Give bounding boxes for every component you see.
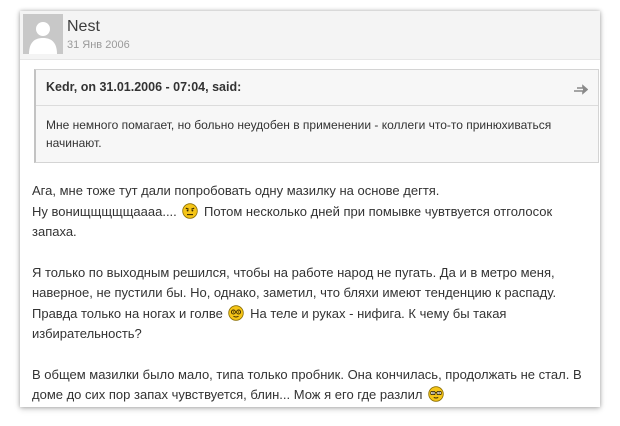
annoyed-emoticon-icon: [182, 202, 199, 219]
post-author[interactable]: Nest: [67, 18, 100, 36]
post-text: В общем мазилки было мало, типа только п…: [32, 366, 582, 403]
post-paragraph-1: Ага, мне тоже тут дали попробовать одну …: [32, 181, 594, 243]
post-paragraph-2: Я только по выходным решился, чтобы на р…: [32, 263, 594, 345]
post-text: Ну вонищщщщщаааа....: [32, 203, 177, 219]
quote-citation: Kedr, on 31.01.2006 - 07:04, said:: [46, 80, 242, 94]
quote-jump-arrow-icon[interactable]: [572, 82, 589, 95]
quote-header: Kedr, on 31.01.2006 - 07:04, said:: [36, 70, 598, 106]
dizzy-emoticon-icon: [228, 304, 245, 321]
quote-block: Kedr, on 31.01.2006 - 07:04, said: Мне н…: [34, 69, 599, 163]
post-text: Ага, мне тоже тут дали попробовать одну …: [32, 183, 440, 198]
quote-text: Мне немного помагает, но больно неудобен…: [46, 118, 552, 150]
post-header: Nest 31 Янв 2006: [20, 11, 600, 60]
default-user-icon: [23, 14, 63, 54]
avatar[interactable]: [23, 14, 63, 54]
forum-post: Nest 31 Янв 2006 Kedr, on 31.01.2006 - 0…: [20, 11, 600, 407]
glasses-emoticon-icon: [428, 386, 444, 402]
post-date: 31 Янв 2006: [67, 39, 130, 51]
post-body: Ага, мне тоже тут дали попробовать одну …: [32, 181, 594, 426]
post-paragraph-3: В общем мазилки было мало, типа только п…: [32, 365, 594, 406]
